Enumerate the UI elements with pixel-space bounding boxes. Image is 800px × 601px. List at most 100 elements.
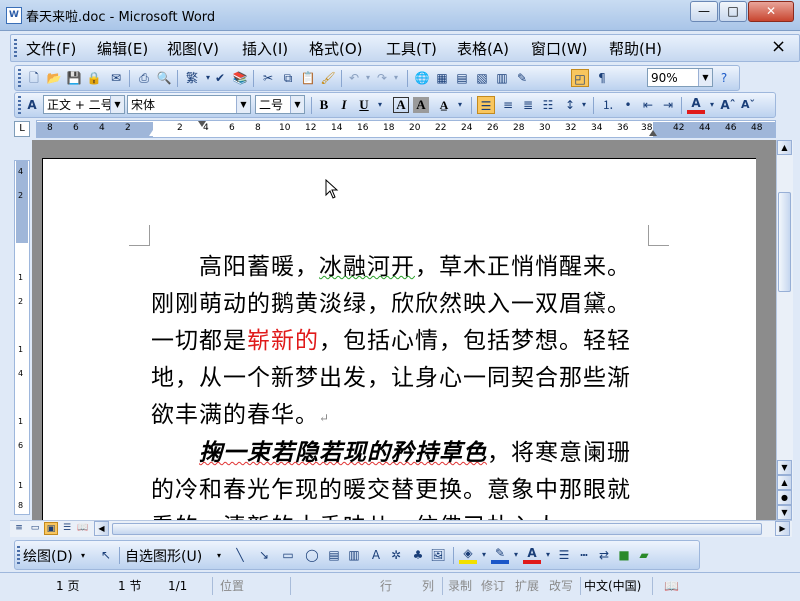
right-indent-marker[interactable] — [649, 130, 657, 136]
shrink-font-icon[interactable]: Aˇ — [739, 96, 757, 114]
bullets-icon[interactable]: • — [619, 96, 637, 114]
char-border-icon[interactable]: A — [393, 97, 409, 113]
insert-picture-icon[interactable]: 🖼 — [429, 546, 447, 564]
toolbar-grip[interactable] — [17, 546, 20, 564]
select-objects-icon[interactable]: ↖ — [97, 546, 115, 564]
tables-borders-icon[interactable]: ▦ — [433, 69, 451, 87]
scroll-down-icon[interactable]: ▼ — [777, 460, 792, 475]
menu-format[interactable]: 格式(O) — [309, 38, 363, 59]
menu-window[interactable]: 窗口(W) — [531, 38, 588, 59]
toolbar-grip[interactable] — [18, 69, 21, 87]
clipart-icon[interactable]: ♣ — [409, 546, 427, 564]
menu-view[interactable]: 视图(V) — [167, 38, 219, 59]
paragraph-2[interactable]: 掬一束若隐若现的矜持草色，将寒意阑珊的冷和春光乍现的暖交替更换。意象中那眼就看的… — [151, 434, 651, 520]
research-icon[interactable]: 📚 — [231, 69, 249, 87]
permission-icon[interactable]: 🔒 — [85, 69, 103, 87]
line-style-icon[interactable]: ☰ — [555, 546, 573, 564]
menu-tools[interactable]: 工具(T) — [386, 38, 437, 59]
open-folder-icon[interactable]: 📂 — [45, 69, 63, 87]
spelling-status-icon[interactable]: 📖 — [664, 576, 684, 596]
first-line-indent-marker[interactable] — [198, 121, 206, 127]
help-icon[interactable]: ? — [715, 69, 733, 87]
wordart-icon[interactable]: A — [367, 546, 385, 564]
align-center-icon[interactable]: ≡ — [499, 96, 517, 114]
hscroll-thumb[interactable] — [112, 523, 762, 535]
paragraph-1[interactable]: 高阳蓄暖，冰融河开，草木正悄悄醒来。刚刚萌动的鹅黄淡绿，欣欣然映入一双眉黛。一切… — [151, 249, 651, 437]
menu-help[interactable]: 帮助(H) — [609, 38, 662, 59]
scroll-thumb[interactable] — [778, 192, 791, 292]
char-shading-icon[interactable]: A — [413, 97, 429, 113]
new-document-icon[interactable]: 🗋 — [25, 69, 43, 87]
menu-insert[interactable]: 插入(I) — [242, 38, 288, 59]
previous-page-icon[interactable]: ▲ — [777, 475, 792, 490]
menu-edit[interactable]: 编辑(E) — [97, 38, 148, 59]
styles-formatting-icon[interactable]: A — [23, 96, 41, 114]
numbering-icon[interactable]: ⒈ — [599, 96, 617, 114]
reading-view-icon[interactable]: 📖 — [76, 522, 90, 535]
close-button[interactable]: ✕ — [748, 1, 794, 22]
close-document-button[interactable]: × — [771, 36, 786, 57]
menu-file[interactable]: 文件(F) — [26, 38, 76, 59]
bold-icon[interactable]: B — [315, 96, 333, 114]
char-scaling-dropdown-icon[interactable]: ▾ — [451, 96, 469, 114]
diagram-icon[interactable]: ✲ — [387, 546, 405, 564]
style-combo[interactable]: 正文 + 二号 ▼ — [43, 95, 125, 114]
spelling-icon[interactable]: ✔ — [211, 69, 229, 87]
outline-view-icon[interactable]: ☰ — [60, 522, 74, 535]
autoshapes-menu-button[interactable]: 自选图形(U) — [125, 546, 202, 566]
font-size-combo[interactable]: 二号 ▼ — [255, 95, 305, 114]
font-size-dropdown-icon[interactable]: ▼ — [290, 96, 304, 113]
vertical-textbox-icon[interactable]: ▥ — [345, 546, 363, 564]
underline-dropdown-icon[interactable]: ▾ — [371, 96, 389, 114]
format-painter-icon[interactable]: 🖌 — [319, 69, 337, 87]
hyperlink-icon[interactable]: 🌐 — [413, 69, 431, 87]
toolbar-grip[interactable] — [18, 96, 21, 114]
vertical-ruler[interactable]: 4 2 1 2 1 4 1 6 1 8 — [14, 160, 30, 515]
zoom-combo[interactable]: 90% ▼ — [647, 68, 713, 87]
print-layout-view-icon[interactable]: ▣ — [44, 522, 58, 535]
print-icon[interactable]: ⎙ — [135, 69, 153, 87]
dash-style-icon[interactable]: ┅ — [575, 546, 593, 564]
normal-view-icon[interactable]: ≡ — [12, 522, 26, 535]
status-record[interactable]: 录制 — [448, 576, 472, 596]
autoshapes-dropdown-icon[interactable]: ▾ — [217, 551, 221, 560]
status-language[interactable]: 中文(中国) — [584, 576, 641, 596]
print-preview-icon[interactable]: 🔍 — [155, 69, 173, 87]
document-map-icon[interactable]: ◰ — [571, 69, 589, 87]
justify-icon[interactable]: ☰ — [477, 96, 495, 114]
textbox-icon[interactable]: ▤ — [325, 546, 343, 564]
align-right-icon[interactable]: ≣ — [519, 96, 537, 114]
save-icon[interactable]: 💾 — [65, 69, 83, 87]
font-combo[interactable]: 宋体 ▼ — [127, 95, 251, 114]
oval-icon[interactable]: ◯ — [303, 546, 321, 564]
maximize-button[interactable]: □ — [719, 1, 747, 22]
next-page-icon[interactable]: ▼ — [777, 505, 792, 520]
web-view-icon[interactable]: ▭ — [28, 522, 42, 535]
tab-selector[interactable]: L — [14, 121, 30, 137]
horizontal-ruler[interactable]: 8 6 4 2 2 4 6 8 10 12 14 16 18 20 22 24 … — [36, 120, 776, 138]
rectangle-icon[interactable]: ▭ — [279, 546, 297, 564]
line-spacing-dropdown-icon[interactable]: ▾ — [575, 96, 593, 114]
drawing-icon[interactable]: ✎ — [513, 69, 531, 87]
insert-table-icon[interactable]: ▤ — [453, 69, 471, 87]
columns-icon[interactable]: ▥ — [493, 69, 511, 87]
arrow-icon[interactable]: ↘ — [255, 546, 273, 564]
show-hide-icon[interactable]: ¶ — [593, 69, 611, 87]
paste-icon[interactable]: 📋 — [299, 69, 317, 87]
shadow-style-icon[interactable]: ■ — [615, 546, 633, 564]
left-indent-marker[interactable] — [149, 130, 157, 136]
distributed-icon[interactable]: ☷ — [539, 96, 557, 114]
email-icon[interactable]: ✉ — [107, 69, 125, 87]
document-area[interactable]: 高阳蓄暖，冰融河开，草木正悄悄醒来。刚刚萌动的鹅黄淡绿，欣欣然映入一双眉黛。一切… — [32, 140, 776, 520]
document-page[interactable]: 高阳蓄暖，冰融河开，草木正悄悄醒来。刚刚萌动的鹅黄淡绿，欣欣然映入一双眉黛。一切… — [42, 158, 756, 520]
style-dropdown-icon[interactable]: ▼ — [110, 96, 124, 113]
status-extend[interactable]: 扩展 — [515, 576, 539, 596]
scroll-right-icon[interactable]: ▶ — [775, 521, 790, 536]
redo-dropdown-icon[interactable]: ▾ — [387, 69, 405, 87]
status-track[interactable]: 修订 — [481, 576, 505, 596]
draw-menu-button[interactable]: 绘图(D) — [23, 546, 73, 566]
line-icon[interactable]: ╲ — [231, 546, 249, 564]
grow-font-icon[interactable]: Aˆ — [719, 96, 737, 114]
increase-indent-icon[interactable]: ⇥ — [659, 96, 677, 114]
vertical-scrollbar[interactable]: ▲ ▼ ▲ ● ▼ — [776, 140, 793, 520]
